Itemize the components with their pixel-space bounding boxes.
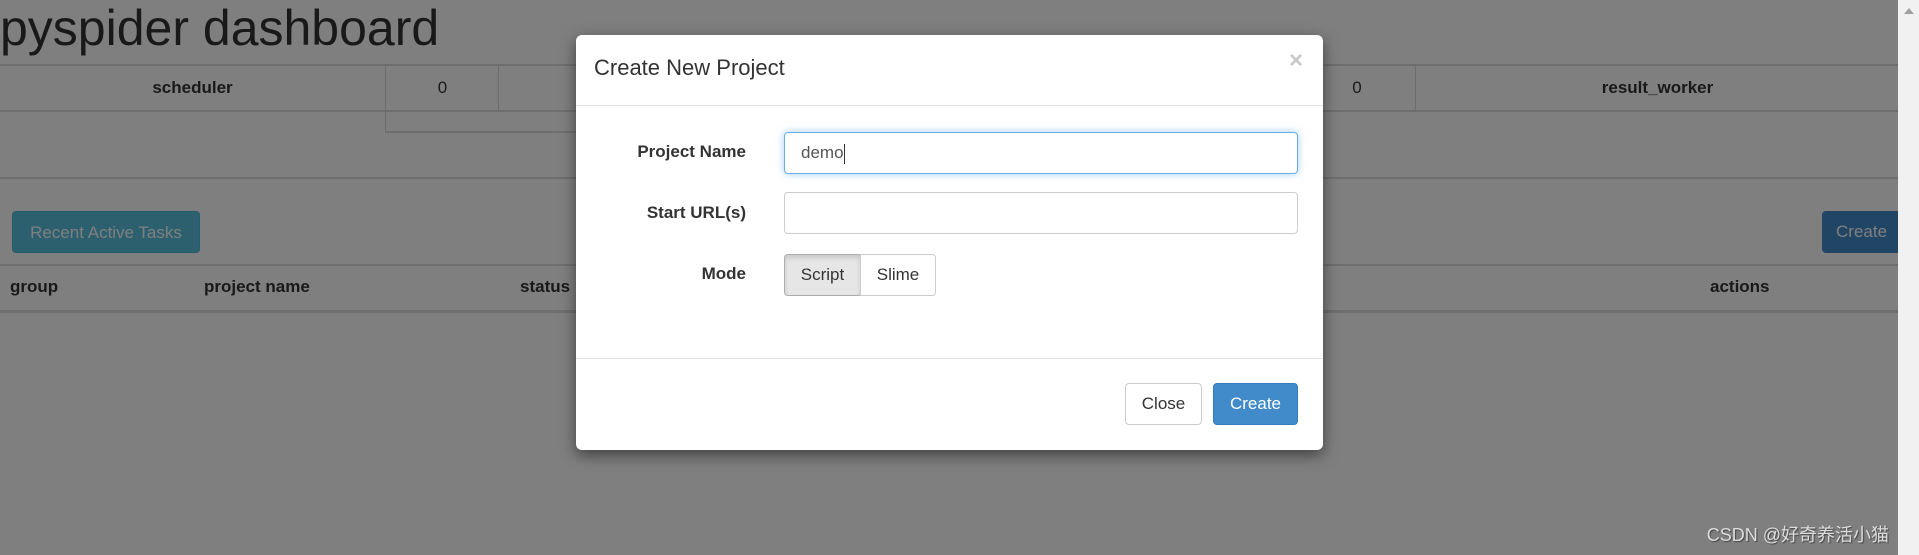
project-name-label: Project Name — [637, 142, 746, 161]
project-name-input[interactable]: demo — [784, 132, 1298, 174]
scroll-up-arrow-icon[interactable] — [1904, 8, 1914, 14]
mode-script-button[interactable]: Script — [784, 254, 861, 296]
create-button[interactable]: Create — [1213, 383, 1298, 425]
divider — [576, 105, 1323, 106]
scrollbar[interactable] — [1898, 0, 1919, 555]
watermark: CSDN @好奇养活小猫 — [1706, 525, 1889, 545]
modal-title: Create New Project — [594, 55, 785, 80]
mode-slime-button[interactable]: Slime — [860, 254, 936, 296]
divider — [576, 358, 1323, 359]
create-project-modal: Create New Project × Project Name demo S… — [576, 35, 1323, 450]
close-icon[interactable]: × — [1289, 47, 1303, 75]
close-button[interactable]: Close — [1125, 383, 1202, 425]
start-urls-label: Start URL(s) — [646, 203, 746, 222]
mode-label: Mode — [701, 264, 746, 283]
text-cursor — [843, 143, 845, 164]
project-name-value: demo — [801, 143, 844, 162]
start-urls-input[interactable] — [784, 192, 1298, 234]
